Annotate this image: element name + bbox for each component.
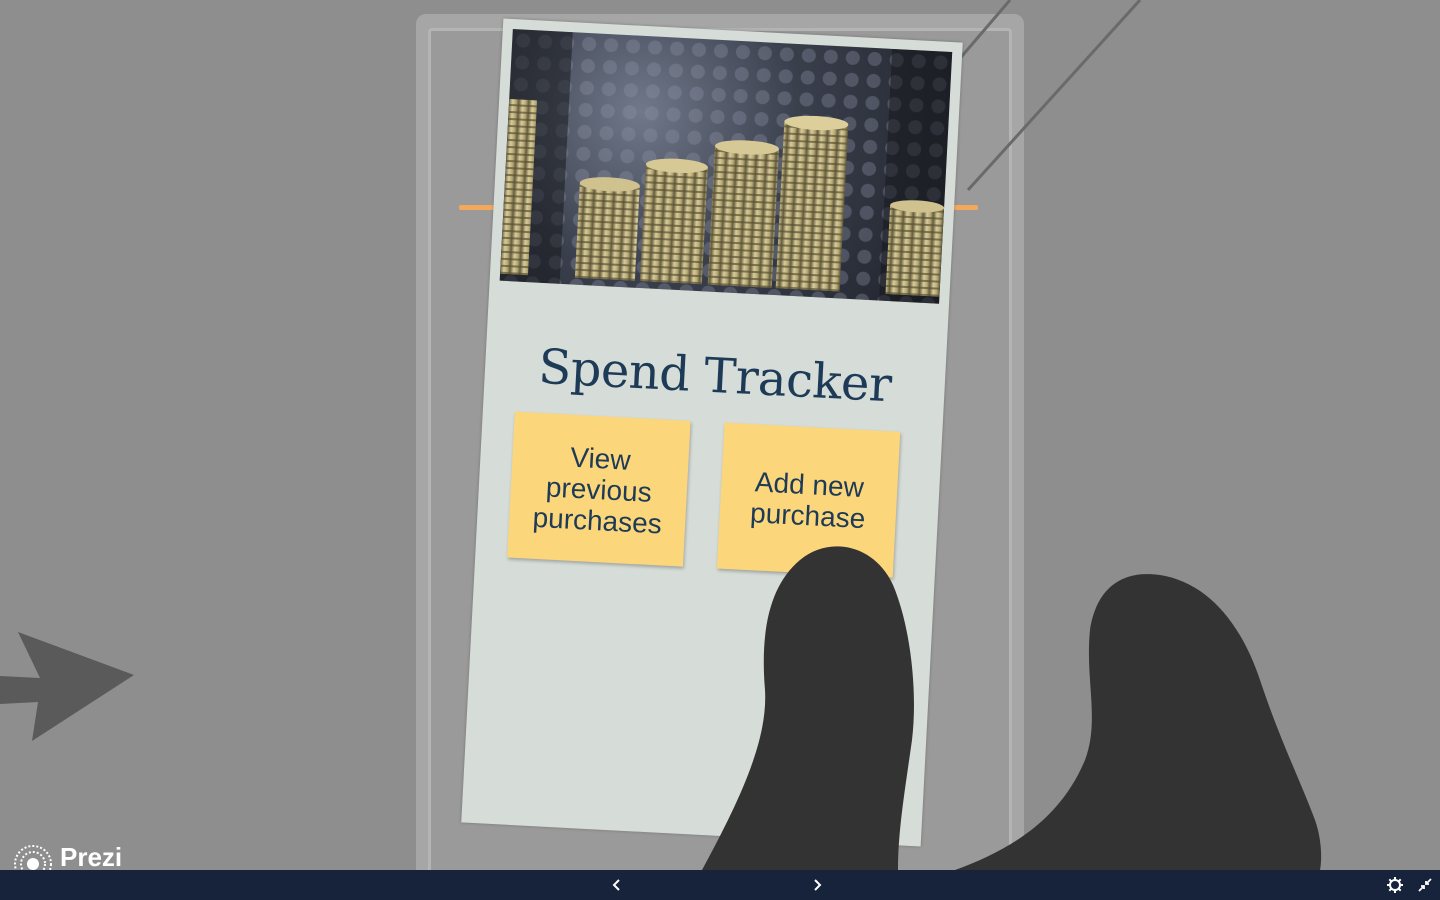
chevron-right-icon — [814, 879, 822, 891]
prezi-logo: Prezi — [12, 842, 122, 870]
add-new-purchase-label: Add new purchase — [749, 466, 867, 535]
app-card: Spend Tracker View previous purchases Ad… — [461, 18, 963, 847]
view-previous-purchases-label: View previous purchases — [531, 441, 663, 539]
presentation-canvas[interactable]: Spend Tracker View previous purchases Ad… — [0, 0, 1440, 870]
prezi-logo-text: Prezi — [60, 842, 123, 870]
presentation-toolbar — [0, 870, 1440, 900]
exit-fullscreen-button[interactable] — [1410, 870, 1440, 900]
previous-slide-button[interactable] — [602, 870, 632, 900]
next-slide-button[interactable] — [802, 870, 832, 900]
view-previous-purchases-button[interactable]: View previous purchases — [507, 411, 691, 567]
add-new-purchase-button[interactable]: Add new purchase — [716, 422, 901, 578]
coin-stacks-image — [499, 29, 953, 304]
chevron-left-icon — [612, 879, 620, 891]
prezi-logo-icon — [14, 844, 52, 870]
exit-fullscreen-icon — [1418, 878, 1432, 892]
app-title: Spend Tracker — [537, 338, 893, 414]
arrow-right-icon — [0, 632, 134, 741]
settings-button[interactable] — [1380, 870, 1410, 900]
gear-icon — [1387, 877, 1403, 893]
